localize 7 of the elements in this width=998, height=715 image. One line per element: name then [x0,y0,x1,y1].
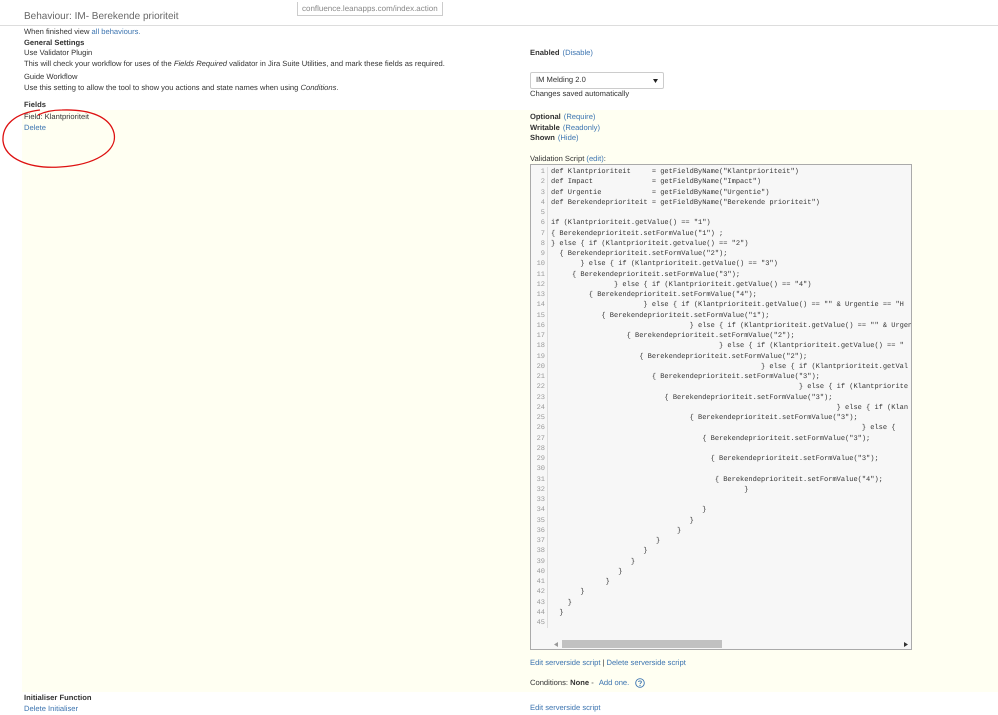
dropdown-caret-icon [653,78,658,82]
code-editor[interactable] [530,164,912,650]
help-icon[interactable] [635,678,646,688]
scroll-left-icon[interactable] [554,642,558,646]
scrollbar-thumb[interactable] [562,640,722,648]
scroll-right-icon[interactable] [904,642,908,646]
url-tooltip: confluence.leanapps.com/index.action [297,2,443,16]
